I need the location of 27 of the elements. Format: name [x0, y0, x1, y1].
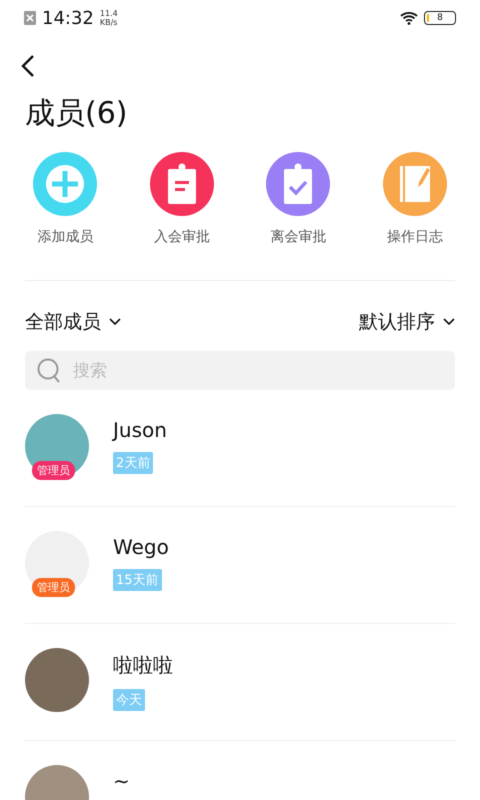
- action-button[interactable]: 操作日志: [356, 152, 473, 246]
- plus-icon: [45, 164, 86, 204]
- member-name: ~: [113, 769, 130, 793]
- last-active-tag: 今天: [113, 689, 145, 711]
- sim-off-icon: [24, 11, 36, 25]
- last-active-tag: 15天前: [113, 569, 162, 591]
- last-active-tag: 2天前: [113, 452, 154, 474]
- notebook-pen-icon: [398, 164, 432, 204]
- action-button[interactable]: 入会审批: [124, 152, 240, 246]
- member-name: Juson: [113, 418, 167, 442]
- admin-badge: 管理员: [32, 578, 75, 597]
- wifi-icon: [400, 11, 418, 25]
- clipboard-check-icon: [282, 163, 314, 205]
- member-name: 啦啦啦: [113, 652, 173, 679]
- clipboard-icon: [166, 163, 198, 205]
- admin-badge: 管理员: [32, 461, 75, 480]
- chevron-down-icon: [109, 318, 121, 326]
- filter-dropdown[interactable]: 全部成员: [25, 309, 121, 335]
- network-speed: 11.4 KB/s: [100, 9, 118, 27]
- action-button[interactable]: 离会审批: [240, 152, 356, 246]
- page-title: 成员(6): [25, 96, 128, 132]
- member-name: Wego: [113, 535, 169, 559]
- status-time: 14:32: [42, 8, 94, 28]
- sort-dropdown[interactable]: 默认排序: [359, 309, 455, 335]
- chevron-down-icon: [443, 318, 455, 326]
- battery-icon: 8: [424, 11, 456, 25]
- action-button[interactable]: 添加成员: [7, 152, 124, 246]
